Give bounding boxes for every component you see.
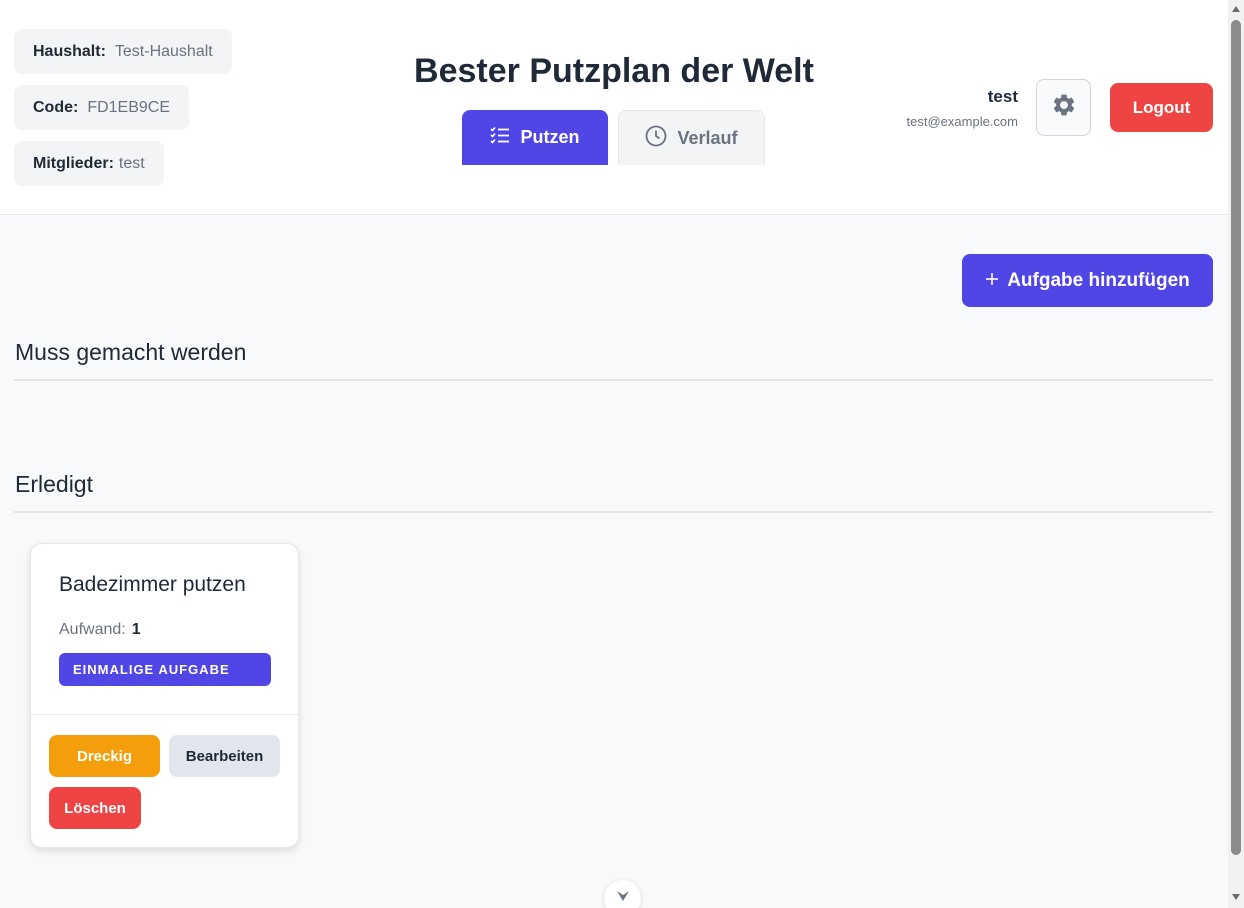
task-effort: Aufwand: 1 — [59, 621, 141, 639]
checklist-icon — [490, 126, 510, 149]
page-scrollbar[interactable] — [1228, 0, 1244, 908]
members-info: Mitglieder: test — [14, 141, 164, 186]
task-effort-label: Aufwand: — [59, 621, 126, 638]
gear-icon — [1051, 92, 1077, 123]
code-info: Code: FD1EB9CE — [14, 85, 190, 130]
code-label: Code: — [33, 98, 79, 116]
app-header: Haushalt: Test-Haushalt Code: FD1EB9CE M… — [0, 0, 1228, 215]
tab-putzen-label: Putzen — [520, 127, 580, 147]
members-value: test — [118, 154, 145, 172]
card-divider — [31, 714, 298, 715]
edit-task-button[interactable]: Bearbeiten — [169, 735, 280, 777]
mark-dirty-button[interactable]: Dreckig — [49, 735, 160, 777]
add-task-button[interactable]: Aufgabe hinzufügen — [962, 254, 1213, 307]
user-name: test — [987, 87, 1018, 106]
scrollbar-thumb[interactable] — [1231, 20, 1241, 855]
task-type-badge: EINMALIGE AUFGABE — [59, 653, 271, 686]
scroll-down-button[interactable] — [604, 880, 641, 908]
task-effort-value: 1 — [131, 621, 141, 638]
section-title-done: Erledigt — [15, 471, 93, 497]
add-task-label: Aufgabe hinzufügen — [1007, 269, 1190, 291]
code-value: FD1EB9CE — [87, 98, 171, 116]
section-title-todo: Muss gemacht werden — [15, 339, 247, 365]
tab-putzen[interactable]: Putzen — [462, 110, 608, 165]
plus-icon — [985, 269, 999, 292]
chevron-down-icon — [616, 889, 630, 908]
section-divider-todo — [14, 379, 1213, 381]
tab-verlauf[interactable]: Verlauf — [618, 110, 765, 165]
scroll-up-arrow-icon[interactable] — [1232, 6, 1240, 12]
user-email: test@example.com — [906, 114, 1018, 129]
members-label: Mitglieder: — [33, 154, 114, 172]
section-divider-done — [14, 511, 1213, 513]
clock-icon — [645, 125, 667, 152]
task-title: Badezimmer putzen — [59, 573, 246, 596]
task-card: Badezimmer putzen Aufwand: 1 EINMALIGE AU… — [30, 543, 299, 848]
scroll-down-arrow-icon[interactable] — [1232, 894, 1240, 900]
tab-verlauf-label: Verlauf — [677, 127, 738, 148]
settings-button[interactable] — [1036, 79, 1091, 136]
delete-task-button[interactable]: Löschen — [49, 787, 141, 829]
logout-button[interactable]: Logout — [1110, 83, 1213, 132]
